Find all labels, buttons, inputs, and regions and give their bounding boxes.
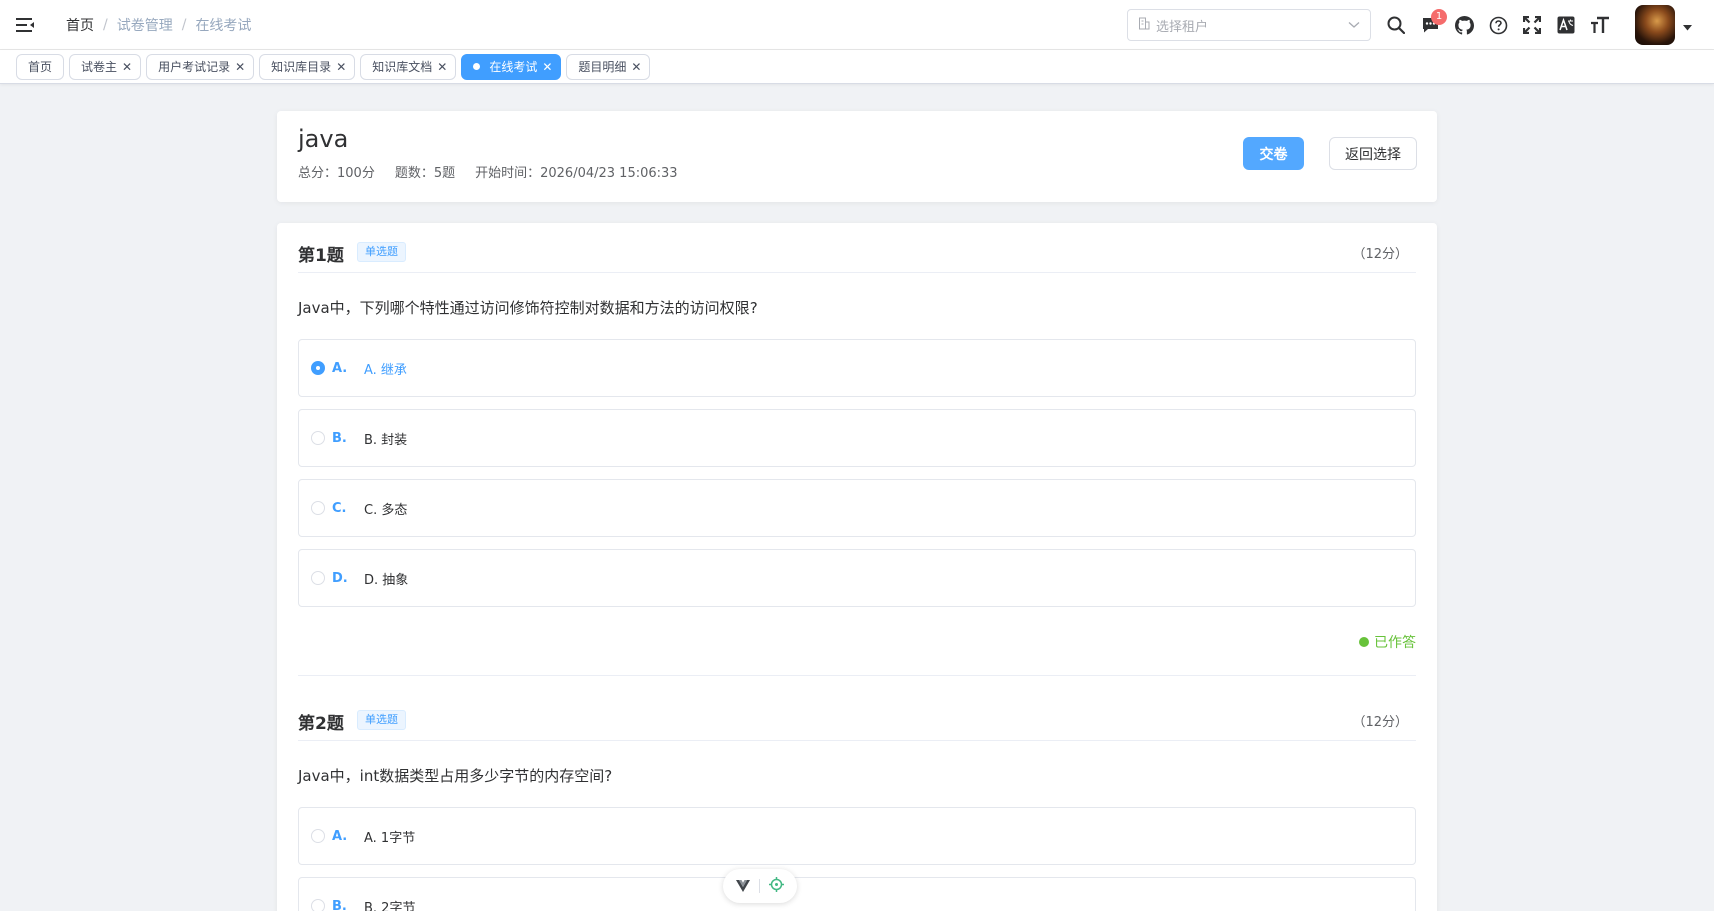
- hamburger-icon[interactable]: [12, 12, 38, 38]
- close-icon[interactable]: ✕: [122, 61, 132, 73]
- font-size-icon[interactable]: [1583, 8, 1617, 42]
- active-dot: [473, 63, 481, 70]
- option-text: C. 多态: [364, 502, 408, 518]
- answered-label: 已作答: [1374, 635, 1416, 651]
- option-a[interactable]: A. A. 继承: [298, 339, 1416, 397]
- breadcrumb-online-exam: 在线考试: [195, 17, 252, 34]
- tag-label: 首页: [28, 60, 53, 74]
- close-icon[interactable]: ✕: [542, 61, 552, 73]
- tag-user-exam-record[interactable]: 用户考试记录 ✕: [146, 53, 255, 80]
- submit-exam-button[interactable]: 交卷: [1243, 137, 1304, 170]
- question-text: Java中，int数据类型占用多少字节的内存空间?: [298, 767, 613, 785]
- tag-exam-master[interactable]: 试卷主 ✕: [69, 53, 142, 80]
- question-header: 第2题 单选题 （12分）: [298, 691, 1416, 741]
- question-type-tag: 单选题: [357, 242, 406, 262]
- option-text: D. 抽象: [364, 572, 409, 588]
- translate-icon[interactable]: [1549, 8, 1583, 42]
- devtools-float-bar[interactable]: [723, 869, 797, 903]
- close-icon[interactable]: ✕: [631, 61, 641, 73]
- top-navbar: 首页 / 试卷管理 / 在线考试 选择租户 1: [0, 0, 1714, 50]
- tag-label: 在线考试: [489, 60, 538, 74]
- breadcrumb-home[interactable]: 首页: [66, 15, 94, 35]
- exam-title: java: [298, 125, 349, 153]
- close-icon[interactable]: ✕: [336, 61, 346, 73]
- question-score: （12分）: [1352, 247, 1408, 262]
- status-dot: [1359, 637, 1369, 647]
- radio[interactable]: [311, 571, 325, 585]
- option-letter: A.: [332, 828, 348, 844]
- question-number: 第2题: [298, 714, 344, 734]
- tag-knowledge-catalog[interactable]: 知识库目录 ✕: [259, 53, 356, 80]
- question-score: （12分）: [1352, 715, 1408, 730]
- option-text: A. 1字节: [364, 830, 416, 846]
- question-type-tag: 单选题: [357, 710, 406, 730]
- tag-label: 试卷主: [81, 60, 118, 74]
- tag-knowledge-doc[interactable]: 知识库文档 ✕: [360, 53, 457, 80]
- vue-icon[interactable]: [736, 877, 750, 896]
- tag-label: 题目明细: [578, 60, 627, 74]
- option-letter: D.: [332, 570, 348, 586]
- search-icon[interactable]: [1379, 8, 1413, 42]
- user-menu[interactable]: [1635, 5, 1692, 45]
- question-header: 第1题 单选题 （12分）: [298, 223, 1416, 273]
- help-icon[interactable]: [1481, 8, 1515, 42]
- option-letter: A.: [332, 360, 348, 376]
- question-divider: [298, 675, 1416, 676]
- tag-label: 知识库文档: [372, 60, 433, 74]
- tag-label: 用户考试记录: [158, 60, 231, 74]
- option-text: A. 继承: [364, 362, 407, 378]
- tags-view: 首页 试卷主 ✕ 用户考试记录 ✕ 知识库目录 ✕ 知识库文档 ✕ 在线考试 ✕…: [0, 50, 1714, 84]
- option-d[interactable]: D. D. 抽象: [298, 549, 1416, 607]
- option-c[interactable]: C. C. 多态: [298, 479, 1416, 537]
- option-text: B. 封装: [364, 432, 408, 448]
- tag-home[interactable]: 首页: [16, 53, 65, 80]
- tag-label: 知识库目录: [271, 60, 332, 74]
- tag-question-detail[interactable]: 题目明细 ✕: [566, 53, 651, 80]
- avatar[interactable]: [1635, 5, 1675, 45]
- option-a[interactable]: A. A. 1字节: [298, 807, 1416, 865]
- radio-checked[interactable]: [311, 361, 325, 375]
- option-letter: B.: [332, 430, 347, 446]
- tenant-select[interactable]: 选择租户: [1127, 9, 1371, 41]
- radio[interactable]: [311, 899, 325, 911]
- breadcrumb-exam-management[interactable]: 试卷管理: [117, 15, 173, 35]
- close-icon[interactable]: ✕: [235, 61, 245, 73]
- target-icon[interactable]: [769, 876, 784, 896]
- building-icon: [1138, 17, 1150, 34]
- question-list: 第1题 单选题 （12分） Java中，下列哪个特性通过访问修饰符控制对数据和方…: [277, 223, 1437, 911]
- breadcrumb: 首页 / 试卷管理 / 在线考试: [66, 15, 252, 35]
- exam-question-count: 题数：5题: [394, 166, 456, 181]
- question-number: 第1题: [298, 246, 344, 266]
- tenant-select-placeholder: 选择租户: [1156, 19, 1209, 35]
- exam-start-time: 开始时间：2026/04/23 15:06:33: [475, 166, 678, 181]
- radio[interactable]: [311, 431, 325, 445]
- radio[interactable]: [311, 501, 325, 515]
- tag-online-exam[interactable]: 在线考试 ✕: [461, 53, 562, 80]
- exam-meta: 总分：100分 题数：5题 开始时间：2026/04/23 15:06:33: [298, 162, 698, 181]
- radio[interactable]: [311, 829, 325, 843]
- question-text: Java中，下列哪个特性通过访问修饰符控制对数据和方法的访问权限?: [298, 299, 758, 317]
- exam-total-score: 总分：100分: [298, 166, 375, 181]
- option-b[interactable]: B. B. 封装: [298, 409, 1416, 467]
- answered-status: 已作答: [1359, 632, 1416, 652]
- caret-down-icon: [1683, 16, 1692, 35]
- notification-badge: 1: [1431, 9, 1447, 25]
- chevron-down-icon: [1348, 18, 1360, 33]
- option-text: B. 2字节: [364, 900, 416, 911]
- github-icon[interactable]: [1447, 8, 1481, 42]
- exam-header-card: java 总分：100分 题数：5题 开始时间：2026/04/23 15:06…: [277, 111, 1437, 202]
- back-to-select-button[interactable]: 返回选择: [1329, 137, 1417, 170]
- message-icon[interactable]: 1: [1413, 8, 1447, 42]
- close-icon[interactable]: ✕: [437, 61, 447, 73]
- fullscreen-icon[interactable]: [1515, 8, 1549, 42]
- option-letter: B.: [332, 898, 347, 911]
- option-b[interactable]: B. B. 2字节: [298, 877, 1416, 911]
- option-letter: C.: [332, 500, 347, 516]
